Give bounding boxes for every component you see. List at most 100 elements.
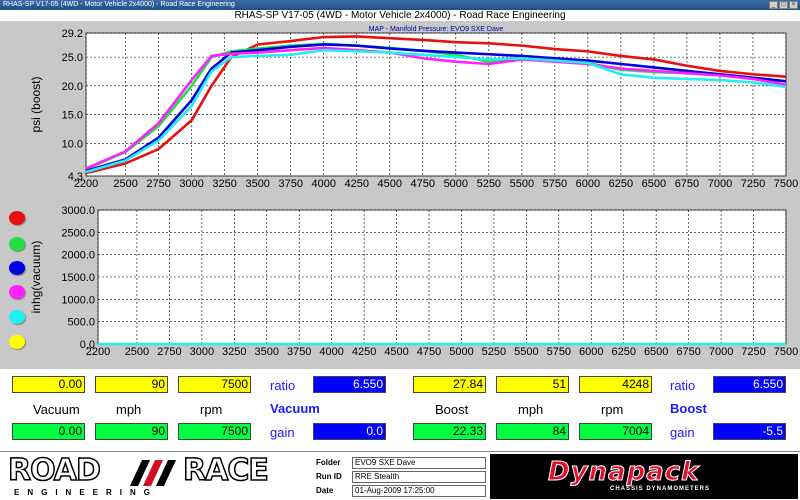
y-tick-label: 2500.0 — [61, 227, 95, 239]
y-tick-label: 2000.0 — [61, 250, 95, 262]
readout-panel: 0.00 90 7500 ratio 6.550 Vacuum mph rpm … — [0, 369, 800, 451]
vacuum-cursor-mph: 90 — [95, 376, 168, 393]
boost-rpm-label: rpm — [601, 402, 624, 417]
x-tick-label: 5500 — [510, 178, 534, 190]
x-tick-label: 5500 — [514, 346, 538, 358]
y-tick-label: 500.0 — [67, 317, 95, 329]
vacuum-chart[interactable]: 2200 2500 2750 3000 3250 3500 3750 4000 4250 4500… — [0, 199, 800, 369]
date-field[interactable]: 01-Aug-2009 17:25:00 — [352, 485, 486, 497]
vacuum-gain-value: 0.0 — [313, 423, 386, 440]
x-tick-label: 5250 — [477, 178, 501, 190]
dynapack-subtitle: CHASSIS DYNAMOMETERS — [610, 486, 711, 492]
x-tick-label: 3750 — [287, 346, 311, 358]
boost-cursor-mph: 51 — [496, 376, 569, 393]
folder-field[interactable]: EVO9 SXE Dave — [352, 457, 486, 469]
x-tick-label: 3250 — [212, 178, 236, 190]
legend-dot-magenta[interactable] — [9, 285, 25, 299]
date-label: Date — [316, 486, 334, 495]
x-tick-label: 7500 — [774, 178, 798, 190]
boost-ratio-label: ratio — [670, 378, 696, 393]
runid-label: Run ID — [316, 472, 342, 481]
x-tick-label: 4000 — [319, 346, 343, 358]
boost-gain-value: -5.5 — [713, 423, 786, 440]
x-tick-label: 7250 — [741, 346, 765, 358]
close-button[interactable]: × — [789, 1, 798, 9]
x-tick-label: 5250 — [482, 346, 506, 358]
legend-dot-cyan[interactable] — [9, 310, 25, 324]
vacuum-rpm-label: rpm — [200, 402, 223, 417]
logo-road-text: ROAD — [7, 453, 101, 488]
y-tick-label: 20.0 — [62, 81, 83, 93]
x-tick-label: 3500 — [255, 346, 279, 358]
x-tick-label: 6000 — [579, 346, 603, 358]
boost-label: Boost — [435, 402, 469, 417]
x-tick-label: 2500 — [125, 346, 149, 358]
footer: ROAD RACE ENGINEERING Folder EVO9 SXE Da… — [0, 451, 800, 500]
legend-dot-green[interactable] — [9, 237, 25, 251]
y-tick-label: 0.0 — [80, 339, 95, 351]
y-tick-label: 15.0 — [62, 110, 83, 122]
y-tick-label: 25.0 — [62, 52, 83, 64]
runid-field[interactable]: RRE Stealth — [352, 471, 486, 483]
vacuum-cursor-rpm: 7500 — [178, 376, 251, 393]
y-axis-label: psi (boost) — [29, 76, 43, 132]
x-tick-label: 4500 — [378, 178, 402, 190]
boost-mph-label: mph — [518, 402, 544, 417]
x-tick-label: 2750 — [157, 346, 181, 358]
maximize-button[interactable]: □ — [779, 1, 788, 9]
x-tick-label: 5750 — [547, 346, 571, 358]
x-tick-label: 4250 — [352, 346, 376, 358]
vacuum-ratio-value: 6.550 — [313, 376, 386, 393]
vacuum-value: 0.00 — [12, 423, 85, 440]
x-tick-label: 3250 — [222, 346, 246, 358]
x-tick-label: 6750 — [676, 346, 700, 358]
vacuum-cursor-value: 0.00 — [12, 376, 85, 393]
boost-mph: 84 — [496, 423, 569, 440]
y-tick-label: 29.2 — [62, 28, 83, 40]
x-tick-label: 3500 — [245, 178, 269, 190]
x-tick-label: 5000 — [444, 178, 468, 190]
folder-label: Folder — [316, 458, 341, 467]
y-tick-label: 4.3 — [68, 171, 83, 183]
x-tick-label: 5750 — [543, 178, 567, 190]
y-tick-label: 10.0 — [62, 138, 83, 150]
window-title-bar: RHAS-SP V17-05 (4WD - Motor Vehicle 2x40… — [0, 0, 800, 10]
x-tick-label: 7000 — [708, 178, 732, 190]
boost-cursor-rpm: 4248 — [579, 376, 652, 393]
logo-engineering-text: ENGINEERING — [14, 488, 159, 497]
boost-chart[interactable]: 2200 2500 2750 3000 3250 3500 3750 4000 4250 4500… — [0, 21, 800, 199]
app-title: RHAS-SP V17-05 (4WD - Motor Vehicle 2x40… — [0, 10, 800, 21]
x-tick-label: 6000 — [576, 178, 600, 190]
boost-value: 22.33 — [413, 423, 486, 440]
vacuum-chart-panel: 2200 2500 2750 3000 3250 3500 3750 4000 4250 4500… — [0, 199, 800, 369]
dynapack-logo: Dynapack CHASSIS DYNAMOMETERS — [490, 454, 798, 499]
x-tick-label: 3000 — [179, 178, 203, 190]
vacuum-label: Vacuum — [33, 402, 80, 417]
logo-race-text: RACE — [182, 453, 269, 488]
minimize-button[interactable]: _ — [769, 1, 778, 9]
x-tick-label: 4750 — [411, 178, 435, 190]
x-tick-label: 4000 — [311, 178, 335, 190]
legend-dot-yellow[interactable] — [9, 335, 25, 349]
vacuum-mph-label: mph — [116, 402, 142, 417]
x-tick-label: 4250 — [345, 178, 369, 190]
legend-dot-red[interactable] — [9, 211, 25, 225]
boost-rpm: 7004 — [579, 423, 652, 440]
vacuum-mph: 90 — [95, 423, 168, 440]
vacuum-gain-label: gain — [270, 425, 295, 440]
road-race-logo: ROAD RACE ENGINEERING — [7, 453, 308, 498]
x-tick-label: 6250 — [609, 178, 633, 190]
dynapack-logo-text: Dynapack — [547, 457, 700, 487]
boost-heading: Boost — [670, 401, 707, 416]
x-tick-label: 3000 — [190, 346, 214, 358]
boost-cursor-value: 27.84 — [413, 376, 486, 393]
vacuum-ratio-label: ratio — [270, 378, 296, 393]
x-tick-label: 6500 — [642, 178, 666, 190]
boost-gain-label: gain — [670, 425, 695, 440]
x-tick-label: 2500 — [113, 178, 137, 190]
legend-dot-blue[interactable] — [9, 261, 25, 275]
x-tick-label: 6250 — [611, 346, 635, 358]
run-info: Folder EVO9 SXE Dave Run ID RRE Stealth … — [316, 456, 486, 498]
boost-chart-panel: 2200 2500 2750 3000 3250 3500 3750 4000 4250 4500… — [0, 21, 800, 199]
x-tick-label: 3750 — [278, 178, 302, 190]
